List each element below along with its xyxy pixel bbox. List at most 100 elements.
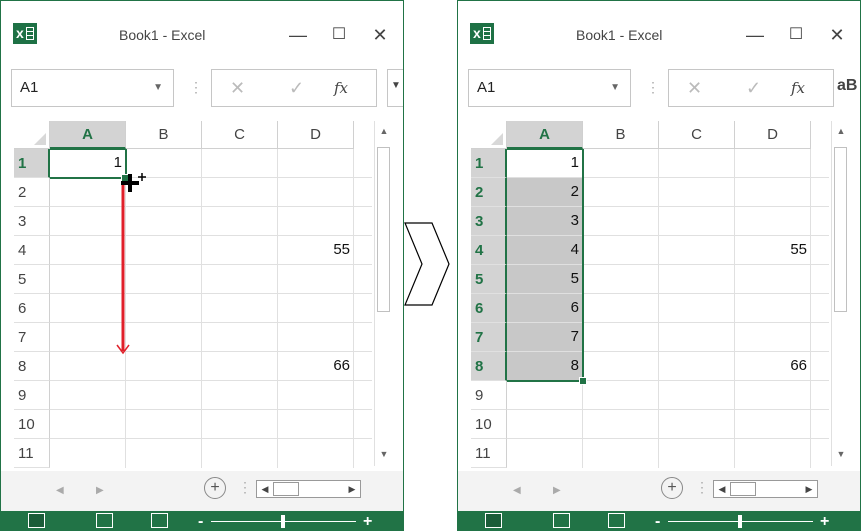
row-header-1[interactable]: 1	[471, 149, 507, 178]
insert-function-icon[interactable]: fx	[334, 77, 348, 99]
row-header-6[interactable]: 6	[14, 294, 50, 323]
row-header-2[interactable]: 2	[14, 178, 50, 207]
close-button[interactable]: ✕	[824, 23, 850, 47]
select-all-button[interactable]	[14, 121, 50, 149]
excel-window-before: x Book1 - Excel — ☐ ✕ A1 ▼ ⋮ ✕ ✓ fx ▼ A B…	[0, 0, 404, 531]
page-break-view-icon[interactable]	[608, 513, 625, 528]
row-header-7[interactable]: 7	[471, 323, 507, 352]
page-break-view-icon[interactable]	[151, 513, 168, 528]
scrollbar-thumb[interactable]	[377, 147, 390, 312]
vertical-scrollbar[interactable]: ▲ ▼	[831, 121, 849, 466]
cancel-icon[interactable]: ✕	[230, 77, 245, 99]
row-header-9[interactable]: 9	[14, 381, 50, 410]
zoom-slider-thumb[interactable]	[738, 515, 742, 528]
horizontal-scrollbar[interactable]: ◀ ▶	[713, 480, 818, 498]
tab-split-grip[interactable]: ⋮	[238, 479, 252, 496]
maximize-button[interactable]: ☐	[326, 23, 352, 47]
cell-grid[interactable]: 1 55 66	[50, 149, 372, 468]
scrollbar-thumb[interactable]	[834, 147, 847, 312]
horizontal-scrollbar-thumb[interactable]	[273, 482, 299, 496]
row-header-11[interactable]: 11	[471, 439, 507, 468]
title-bar: x Book1 - Excel — ☐ ✕	[1, 1, 403, 51]
row-header-8[interactable]: 8	[471, 352, 507, 381]
cancel-icon[interactable]: ✕	[687, 77, 702, 99]
normal-view-icon[interactable]	[28, 513, 45, 528]
excel-window-after: x Book1 - Excel — ☐ ✕ A1 ▼ ⋮ ✕ ✓ fx aB A …	[457, 0, 861, 531]
row-header-2[interactable]: 2	[471, 178, 507, 207]
new-sheet-button[interactable]: +	[661, 477, 683, 499]
column-header-a[interactable]: A	[50, 121, 126, 149]
chevron-down-icon: ▼	[391, 80, 401, 91]
vertical-scrollbar[interactable]: ▲ ▼	[374, 121, 392, 466]
cell-grid[interactable]: 1 2 3 4 5 6 7 8 55 66	[507, 149, 829, 468]
row-header-10[interactable]: 10	[471, 410, 507, 439]
scroll-up-icon[interactable]: ▲	[834, 123, 848, 139]
previous-sheet-icon[interactable]: ◀	[56, 485, 64, 496]
zoom-in-icon[interactable]: +	[363, 511, 372, 530]
enter-icon[interactable]: ✓	[289, 77, 304, 99]
zoom-out-icon[interactable]: -	[655, 511, 660, 530]
selection-border	[507, 149, 584, 382]
row-header-5[interactable]: 5	[471, 265, 507, 294]
ribbon-style-preview: aB	[837, 77, 858, 94]
row-header-3[interactable]: 3	[14, 207, 50, 236]
scroll-left-icon[interactable]: ◀	[715, 481, 729, 497]
column-header-d[interactable]: D	[278, 121, 354, 149]
zoom-out-icon[interactable]: -	[198, 511, 203, 530]
normal-view-icon[interactable]	[485, 513, 502, 528]
row-header-11[interactable]: 11	[14, 439, 50, 468]
scroll-down-icon[interactable]: ▼	[377, 446, 391, 462]
cell-d8[interactable]: 66	[735, 352, 811, 380]
horizontal-scrollbar-thumb[interactable]	[730, 482, 756, 496]
zoom-slider-thumb[interactable]	[281, 515, 285, 528]
insert-function-icon[interactable]: fx	[791, 77, 805, 99]
row-header-4[interactable]: 4	[471, 236, 507, 265]
horizontal-scrollbar[interactable]: ◀ ▶	[256, 480, 361, 498]
minimize-button[interactable]: —	[742, 23, 768, 47]
zoom-in-icon[interactable]: +	[820, 511, 829, 530]
enter-icon[interactable]: ✓	[746, 77, 761, 99]
close-button[interactable]: ✕	[367, 23, 393, 47]
chevron-down-icon[interactable]: ▼	[610, 70, 620, 106]
scroll-down-icon[interactable]: ▼	[834, 446, 848, 462]
row-header-4[interactable]: 4	[14, 236, 50, 265]
cell-d4[interactable]: 55	[735, 236, 811, 264]
column-header-b[interactable]: B	[583, 121, 659, 149]
column-header-a[interactable]: A	[507, 121, 583, 149]
minimize-button[interactable]: —	[285, 23, 311, 47]
row-header-1[interactable]: 1	[14, 149, 50, 178]
fill-handle[interactable]	[579, 377, 587, 385]
scroll-left-icon[interactable]: ◀	[258, 481, 272, 497]
column-header-c[interactable]: C	[202, 121, 278, 149]
row-header-6[interactable]: 6	[471, 294, 507, 323]
tab-split-grip[interactable]: ⋮	[695, 479, 709, 496]
window-title: Book1 - Excel	[119, 27, 206, 43]
column-header-b[interactable]: B	[126, 121, 202, 149]
row-header-3[interactable]: 3	[471, 207, 507, 236]
new-sheet-button[interactable]: +	[204, 477, 226, 499]
expand-formula-bar-button[interactable]: ▼	[387, 69, 403, 107]
row-header-8[interactable]: 8	[14, 352, 50, 381]
select-all-button[interactable]	[471, 121, 507, 149]
next-sheet-icon[interactable]: ▶	[96, 485, 104, 496]
cell-d4[interactable]: 55	[278, 236, 354, 264]
row-header-5[interactable]: 5	[14, 265, 50, 294]
page-layout-view-icon[interactable]	[96, 513, 113, 528]
excel-icon: x	[470, 23, 494, 44]
row-header-10[interactable]: 10	[14, 410, 50, 439]
chevron-down-icon[interactable]: ▼	[153, 70, 163, 106]
row-header-7[interactable]: 7	[14, 323, 50, 352]
name-box[interactable]: A1 ▼	[468, 69, 631, 107]
cell-d8[interactable]: 66	[278, 352, 354, 380]
scroll-up-icon[interactable]: ▲	[377, 123, 391, 139]
column-header-c[interactable]: C	[659, 121, 735, 149]
previous-sheet-icon[interactable]: ◀	[513, 485, 521, 496]
page-layout-view-icon[interactable]	[553, 513, 570, 528]
next-sheet-icon[interactable]: ▶	[553, 485, 561, 496]
name-box[interactable]: A1 ▼	[11, 69, 174, 107]
row-header-9[interactable]: 9	[471, 381, 507, 410]
scroll-right-icon[interactable]: ▶	[802, 481, 816, 497]
column-header-d[interactable]: D	[735, 121, 811, 149]
scroll-right-icon[interactable]: ▶	[345, 481, 359, 497]
maximize-button[interactable]: ☐	[783, 23, 809, 47]
